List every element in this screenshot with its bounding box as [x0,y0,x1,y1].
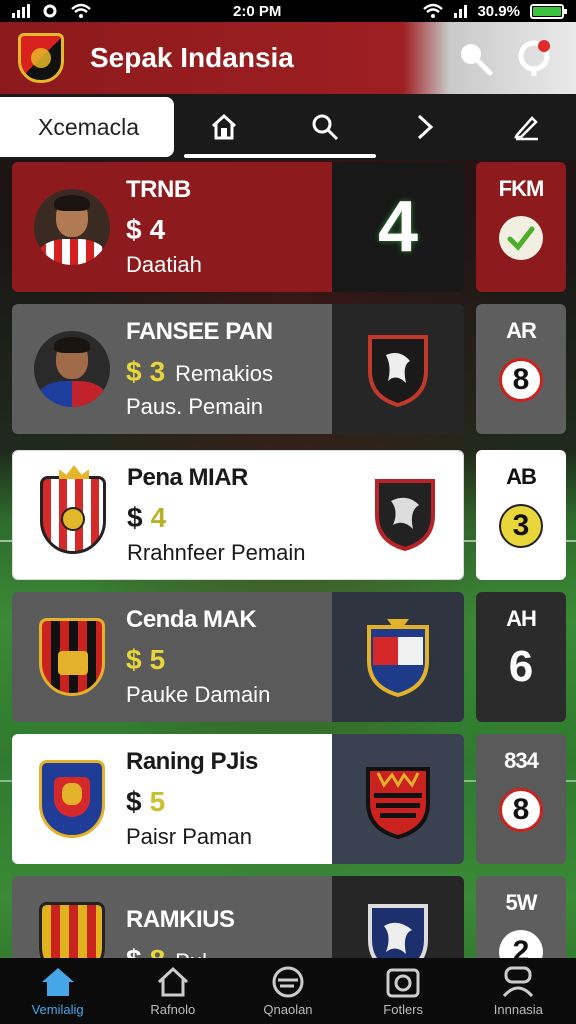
status-bar: 2:0 PM 30.9% [0,0,576,22]
player-price: $5 [126,644,166,675]
club-crest-icon [39,902,105,958]
rank-badge: 3 [499,504,543,548]
tab-next[interactable] [395,97,455,157]
club-crest-icon [368,335,428,407]
bottom-nav: Vemilalig Rafnolo Qnaolan Fotlers Innnas… [0,958,576,1024]
nav-qnaolan[interactable]: Qnaolan [230,966,345,1017]
rank-label: AB [506,464,537,489]
club-crest-icon [366,767,430,839]
player-subtitle: Paus. Pemain [126,394,263,419]
rank-badge: 8 [499,358,543,402]
player-subtitle: Paisr Paman [126,824,252,849]
cell-signal-icon [12,4,30,18]
rank-value: 6 [508,642,534,691]
player-price: $4 [126,214,166,245]
home-icon [41,967,74,996]
chevron-right-icon [418,114,434,140]
club-crest-icon [39,760,105,838]
rank-badge: 2 [499,930,543,958]
rank-card[interactable]: AR 8 [476,304,566,434]
player-avatar [34,331,110,407]
club-crest-icon [367,619,429,697]
tab-indicator [184,154,376,158]
rank-label: 834 [504,748,539,773]
player-name: Cenda MAK [126,606,257,633]
rank-label: 5W [505,890,538,915]
rank-card[interactable]: 5W 2 [476,876,566,958]
list-item[interactable]: Raning PJis $5 Paisr Paman [12,734,464,864]
player-name: Pena MIAR [127,464,248,491]
list-item[interactable]: TRNB $4 Daatiah 4 [12,162,464,292]
player-list: TRNB $4 Daatiah 4 FANSEE PAN $3 Remakios… [0,160,576,958]
rank-label: FKM [498,176,545,201]
tab-bar: Xcemacla [0,94,576,160]
status-time: 2:0 PM [233,2,282,20]
player-name: Raning PJis [126,748,258,775]
page-title: Sepak Indansia [90,42,294,73]
tab-search[interactable] [295,97,355,157]
ball-icon [272,966,304,997]
check-badge [499,216,543,260]
player-price: $5 [126,786,166,817]
club-crest-icon [375,479,435,552]
search-icon [461,44,493,76]
rank-label: AH [506,606,537,631]
score-value: 4 [377,187,419,267]
club-crest-icon [40,465,106,554]
rank-card[interactable]: AH 6 [476,592,566,722]
player-name: FANSEE PAN [126,318,273,345]
tab-home[interactable] [194,97,254,157]
search-button[interactable] [452,35,498,81]
rank-card[interactable]: FKM [476,162,566,292]
club-crest-icon [368,904,428,958]
player-price: $3 Remakios [126,356,273,387]
edit-icon [513,116,538,141]
player-name: TRNB [126,176,191,203]
wifi-icon [71,3,91,18]
player-subtitle: Daatiah [126,252,202,277]
location-pin-icon [518,40,550,76]
home-outline-icon [157,966,188,996]
notification-button[interactable] [512,35,558,81]
list-item[interactable]: Pena MIAR $4 Rrahnfeer Pemain [12,450,464,580]
wifi-icon [423,3,444,18]
nav-fotlers[interactable]: Fotlers [346,966,461,1017]
app-logo [18,33,64,83]
nav-innnasia[interactable]: Innnasia [461,966,576,1017]
player-subtitle: Pauke Damain [126,682,271,707]
player-price: $4 [127,502,167,533]
app-header: Sepak Indansia [0,22,576,94]
search-icon [312,114,338,141]
search-field[interactable]: Xcemacla [0,97,174,157]
profile-icon [503,966,534,997]
tab-edit[interactable] [496,97,556,157]
battery-percent: 30.9% [477,2,520,20]
player-price: $8Pul [126,944,235,958]
player-name: RAMKIUS [126,906,235,933]
nav-home[interactable]: Vemilalig [0,966,115,1017]
check-icon [507,226,535,251]
player-subtitle: Rrahnfeer Pemain [127,540,306,565]
rank-label: AR [506,318,537,343]
camera-icon [386,968,420,997]
battery-icon [530,3,567,19]
home-icon [212,113,237,140]
list-item[interactable]: Cenda MAK $5 Pauke Damain [12,592,464,722]
club-crest-icon [39,618,105,696]
list-item[interactable]: RAMKIUS $8Pul [12,876,464,958]
settings-icon [43,4,57,18]
rank-card[interactable]: AB 3 [476,450,566,580]
player-avatar [34,189,110,265]
list-item[interactable]: FANSEE PAN $3 Remakios Paus. Pemain [12,304,464,434]
rank-badge: 8 [499,788,543,832]
nav-rafnolo[interactable]: Rafnolo [115,966,230,1017]
rank-card[interactable]: 834 8 [476,734,566,864]
cell-signal-icon [454,4,468,18]
